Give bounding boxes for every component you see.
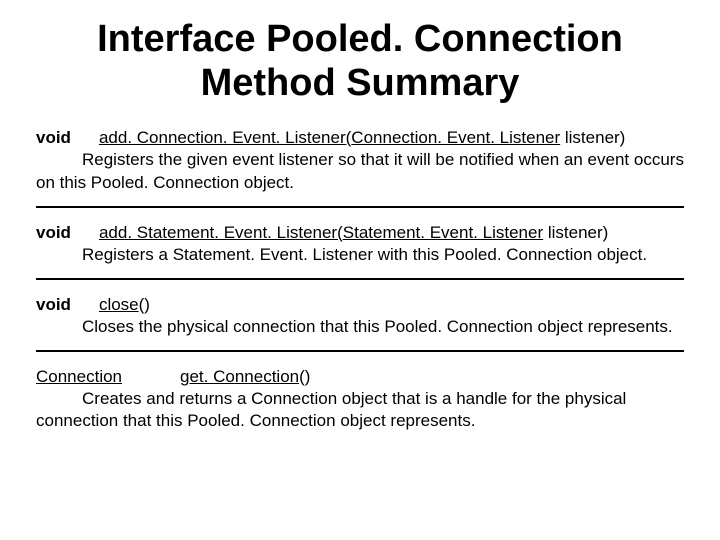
method-name-link[interactable]: add. Statement. Event. Listener [99, 223, 337, 242]
method-name-link[interactable]: get. Connection [180, 367, 299, 386]
slide: Interface Pooled. Connection Method Summ… [0, 0, 720, 540]
param-rest: listener) [543, 223, 608, 242]
method-entry: Connection get. Connection() Creates and … [36, 366, 684, 432]
title-line-1: Interface Pooled. Connection [97, 18, 623, 60]
return-type: void [36, 128, 71, 147]
method-entry: voidadd. Connection. Event. Listener(Con… [36, 127, 684, 193]
method-description: Registers the given event listener so th… [36, 150, 684, 191]
method-name-link[interactable]: close [99, 295, 139, 314]
return-type: void [36, 223, 71, 242]
return-type: void [36, 295, 71, 314]
page-title: Interface Pooled. Connection Method Summ… [36, 18, 684, 105]
param-type-link[interactable]: Connection. Event. Listener [351, 128, 560, 147]
method-description: Registers a Statement. Event. Listener w… [82, 245, 647, 264]
method-description: Creates and returns a Connection object … [36, 389, 626, 430]
divider [36, 278, 684, 280]
paren-open: () [299, 367, 310, 386]
method-description: Closes the physical connection that this… [82, 317, 673, 336]
param-type-link[interactable]: Statement. Event. Listener [343, 223, 543, 242]
method-name-link[interactable]: add. Connection. Event. Listener [99, 128, 346, 147]
title-line-2: Method Summary [201, 62, 520, 104]
divider [36, 350, 684, 352]
paren-open: () [139, 295, 150, 314]
return-type-link[interactable]: Connection [36, 367, 122, 386]
divider [36, 206, 684, 208]
param-rest: listener) [560, 128, 625, 147]
method-entry: voidadd. Statement. Event. Listener(Stat… [36, 222, 684, 266]
method-entry: void close() Closes the physical connecti… [36, 294, 684, 338]
